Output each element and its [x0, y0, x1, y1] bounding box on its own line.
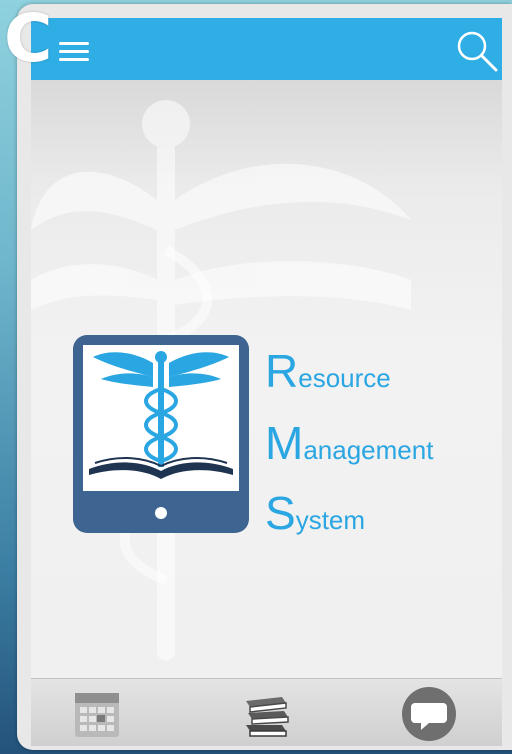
phone-frame: Resource Management System	[17, 4, 512, 750]
brand-word-management: anagement	[303, 435, 434, 465]
bottom-nav	[31, 678, 502, 746]
tablet-caduceus-book-logo	[73, 335, 249, 533]
top-app-bar	[31, 18, 502, 80]
search-button[interactable]	[450, 28, 502, 78]
menu-button[interactable]	[59, 34, 93, 64]
brand-line-management: Management	[265, 420, 433, 466]
brand-initial-m: M	[265, 417, 304, 469]
calendar-icon	[75, 693, 119, 737]
brand-line-resource: Resource	[265, 348, 391, 394]
main-content: Resource Management System	[31, 80, 502, 680]
hamburger-line	[59, 50, 89, 53]
books-stack-icon	[246, 697, 289, 737]
nav-chat[interactable]	[397, 687, 461, 743]
brand-line-system: System	[265, 490, 365, 536]
nav-books[interactable]	[238, 687, 294, 743]
brand-initial-s: S	[265, 487, 296, 539]
chat-bubble-icon	[402, 687, 456, 741]
hamburger-line	[59, 58, 89, 61]
corner-letter-overlay: C	[4, 0, 53, 77]
brand-initial-r: R	[265, 345, 299, 397]
brand-word-system: ystem	[295, 505, 366, 535]
nav-calendar[interactable]	[69, 687, 125, 743]
brand-word-resource: esource	[298, 363, 391, 393]
search-icon	[457, 31, 498, 72]
app-screen: Resource Management System	[31, 18, 502, 746]
hamburger-menu-icon	[59, 42, 89, 45]
